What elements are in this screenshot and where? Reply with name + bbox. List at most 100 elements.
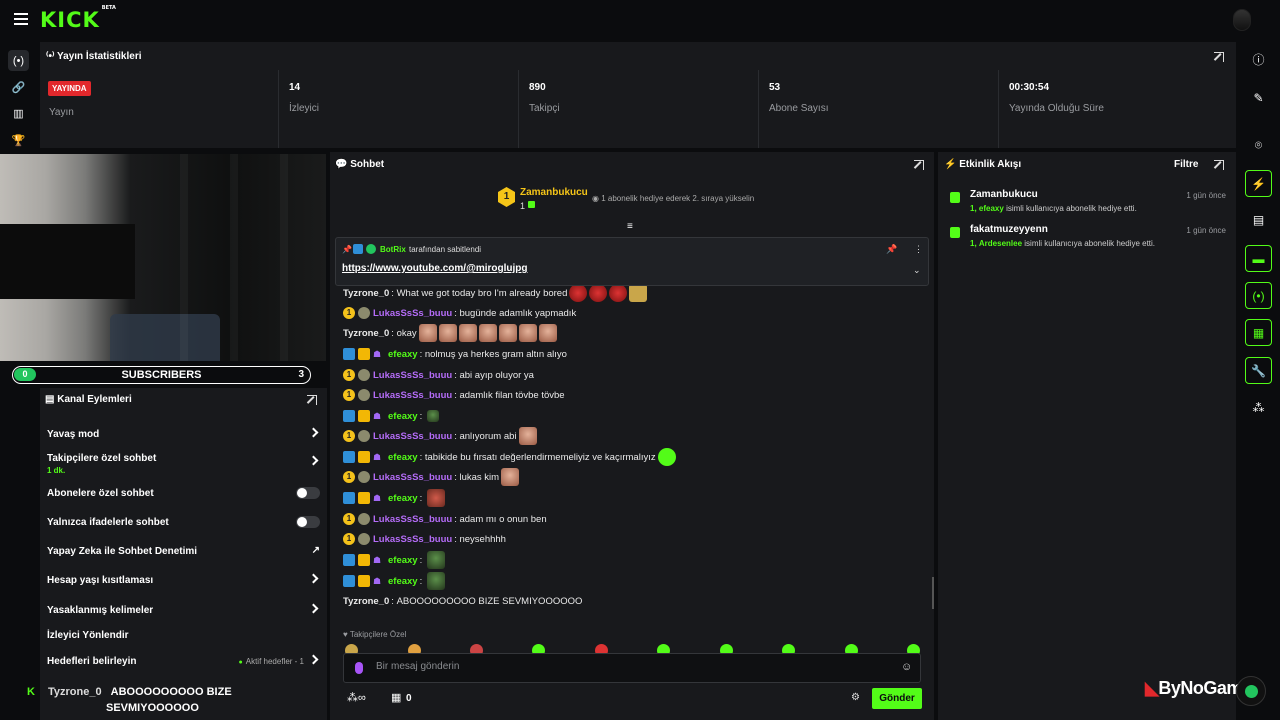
chat-username[interactable]: Tyzrone_0 [343,328,389,339]
chat-input[interactable] [376,661,876,672]
emote [426,551,445,569]
chat-username[interactable]: LukasSsSs_buuu [373,390,452,401]
chat-username[interactable]: efeaxy [388,452,418,463]
activity-user[interactable]: fakatmuzeyyenn [970,224,1048,235]
action-goals[interactable]: Hedefleri belirleyin Aktif hedefler - 1 [47,654,320,667]
unpin-icon[interactable]: 📌 [886,244,897,255]
chat-username[interactable]: LukasSsSs_buuu [373,534,452,545]
chat-username[interactable]: efeaxy [388,576,418,587]
pinned-link[interactable]: https://www.youtube.com/@miroglujpg [342,263,527,274]
chat-icon[interactable]: ▬ [1245,245,1272,272]
users-icon[interactable]: ⁂ [1245,394,1272,421]
chat-username[interactable]: efeaxy [388,555,418,566]
action-emotes-only[interactable]: Yalnızca ifadelerle sohbet [47,516,320,528]
microphone-icon[interactable] [355,662,363,674]
wrench-icon[interactable]: 🔧 [1245,357,1272,384]
gifter-badge-icon [358,430,370,442]
vip-badge-icon [358,451,370,463]
broadcast-panel-icon[interactable]: (•) [1245,282,1272,309]
gift-box-icon[interactable]: ▦ [391,691,401,704]
sub-badge-icon: ☗ [373,555,382,565]
stat-uptime: 00:30:54 Yayında Olduğu Süre [998,70,1236,148]
action-subscribers-only[interactable]: Abonelere özel sohbet [47,487,320,499]
focus-icon[interactable]: ⌾ [1245,132,1272,159]
chat-username[interactable]: efeaxy [388,411,418,422]
chat-username[interactable]: Tyzrone_0 [343,288,389,299]
action-account-age[interactable]: Hesap yaşı kısıtlaması [47,573,320,586]
activity-user[interactable]: Zamanbukucu [970,189,1038,200]
gifter-badge-icon [358,389,370,401]
sub-badge-icon: 1 [343,471,355,483]
mod-badge-icon [343,451,355,463]
chat-username[interactable]: Tyzrone_0 [343,596,389,607]
kick-logo[interactable]: KICK BETA [40,5,116,32]
support-chat-icon[interactable] [1236,676,1266,706]
chat-username[interactable]: LukasSsSs_buuu [373,308,452,319]
sub-badge-icon: 1 [343,513,355,525]
activity-target[interactable]: Ardesenlee [979,239,1022,248]
chevron-right-icon [308,654,319,665]
emote [629,284,648,302]
edit-icon[interactable]: ✎ [1245,84,1272,111]
expand-icon[interactable] [307,395,317,405]
stat-label: Takipçi [529,103,560,114]
layout-icon[interactable]: ▦ [1245,319,1272,346]
mod-badge-icon [343,348,355,360]
action-followers-only[interactable]: Takipçilere özel sohbet 1 dk. [47,453,320,475]
filter-button[interactable]: Filtre [1174,159,1198,170]
chat-message: 1 LukasSsSs_buuu: anlıyorum abi [343,427,537,445]
chat-username[interactable]: LukasSsSs_buuu [373,370,452,381]
chat-message: ☗ efeaxy: [343,572,445,590]
link-icon[interactable]: 🔗 [8,77,29,98]
chat-username[interactable]: LukasSsSs_buuu [373,431,452,442]
broadcast-small-icon: ⁽•⁾ [46,51,58,62]
menu-icon[interactable] [14,13,28,25]
emote [478,324,497,342]
toggle-switch[interactable] [296,487,320,499]
activity-desc: 1, efeaxy isimli kullanıcıya abonelik he… [970,204,1137,213]
trophy-icon[interactable]: 🏆 [8,130,29,151]
action-label: Hesap yaşı kısıtlaması [47,575,154,586]
activity-target[interactable]: efeaxy [979,204,1004,213]
action-banned-words[interactable]: Yasaklanmış kelimeler [47,603,320,616]
gifter-badge-icon [358,471,370,483]
expand-icon[interactable] [1214,160,1224,170]
expand-icon[interactable] [1214,52,1224,62]
more-icon[interactable]: ⋮ [914,244,923,255]
info-icon[interactable]: ⓘ [1245,46,1272,73]
chat-text: tabikide bu fırsatı değerlendirmemeliyiz… [424,451,656,463]
chat-username[interactable]: efeaxy [388,349,418,360]
pinned-message: 📌 BotRix tarafından sabitlendi https://w… [335,237,929,286]
settings-icon[interactable]: ⚙ [851,692,860,703]
action-slow-mode[interactable]: Yavaş mod [47,427,320,440]
chart-icon[interactable]: ▥ [8,103,29,124]
chat-title: 💬 Sohbet [335,159,385,170]
send-button[interactable]: Gönder [872,688,922,709]
active-goals: Aktif hedefler - 1 [239,657,304,666]
chevron-down-icon[interactable]: ⌄ [913,265,921,276]
stat-label: Yayın [49,107,74,118]
document-icon[interactable]: ▤ [1245,206,1272,233]
broadcast-icon[interactable]: (•) [8,50,29,71]
vip-badge-icon [358,575,370,587]
chat-username[interactable]: LukasSsSs_buuu [373,514,452,525]
lightning-icon[interactable]: ⚡ [1245,170,1272,197]
scroll-down-icon[interactable]: ≡ [627,221,633,232]
sub-badge-icon: 1 [343,307,355,319]
chat-message: 1 LukasSsSs_buuu: neysehhhh [343,530,506,548]
ticker-line1: ABOOOOOOOOO BIZE [110,686,232,698]
emoji-icon[interactable]: ☺ [901,661,912,673]
user-avatar[interactable] [1233,9,1251,31]
chat-text: ABOOOOOOOOO BIZE SEVMIYOOOOOO [396,595,583,607]
action-raid[interactable]: İzleyici Yönlendir [47,630,320,641]
toggle-switch[interactable] [296,516,320,528]
mod-badge-icon [343,575,355,587]
points-icon[interactable]: ⁂∞ [347,691,366,704]
ticker-line2: SEVMIYOOOOOO [106,702,199,714]
chat-username[interactable]: efeaxy [388,493,418,504]
expand-icon[interactable] [914,160,924,170]
action-ai-moderation[interactable]: Yapay Zeka ile Sohbet Denetimi ↗ [47,545,320,557]
chat-username[interactable]: LukasSsSs_buuu [373,472,452,483]
chat-message: Tyzrone_0: ABOOOOOOOOO BIZE SEVMIYOOOOOO [343,595,583,607]
chat-scrollbar[interactable] [932,577,934,609]
